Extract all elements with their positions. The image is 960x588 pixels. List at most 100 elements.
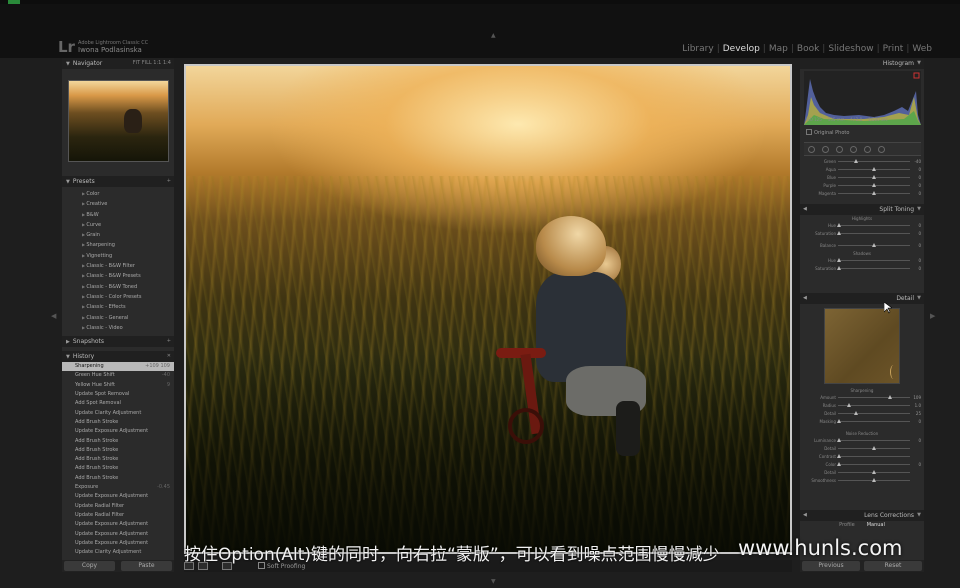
lens-corrections-header[interactable]: ◀ Lens Corrections ▼ <box>800 510 924 521</box>
lens-tab-profile[interactable]: Profile <box>839 522 855 532</box>
history-step[interactable]: Update Radial Filter <box>62 511 174 520</box>
preset-folder[interactable]: Classic - B&W Filter <box>82 261 174 271</box>
balance-slider[interactable]: Balance 0 <box>800 242 924 250</box>
module-print[interactable]: Print <box>883 44 904 54</box>
slider-track[interactable] <box>838 225 910 226</box>
sharpening-slider[interactable]: Amount 109 <box>800 394 924 402</box>
highlights-slider[interactable]: Hue 0 <box>800 222 924 230</box>
preset-folder[interactable]: Classic - Effects <box>82 302 174 312</box>
slider-value[interactable]: 0 <box>918 438 921 443</box>
shadows-slider[interactable]: Saturation 0 <box>800 265 924 273</box>
history-step[interactable]: Update Exposure Adjustment <box>62 520 174 529</box>
noise-slider[interactable]: Detail <box>800 445 924 453</box>
slider-value[interactable]: 25 <box>916 411 921 416</box>
history-step[interactable]: Update Exposure Adjustment <box>62 492 174 501</box>
slider-knob[interactable] <box>854 159 858 163</box>
slider-value[interactable]: -40 <box>914 159 921 164</box>
slider-value[interactable]: 0 <box>918 231 921 236</box>
detail-preview[interactable] <box>824 308 900 384</box>
preset-folder[interactable]: Classic - Video <box>82 323 174 333</box>
slider-knob[interactable] <box>837 438 842 442</box>
crop-tool-icon[interactable] <box>808 145 815 153</box>
collapse-left-icon[interactable]: ◀ <box>51 312 56 320</box>
module-slideshow[interactable]: Slideshow <box>828 44 873 54</box>
noise-slider[interactable]: Detail <box>800 469 924 477</box>
slider-value[interactable]: 0 <box>918 258 921 263</box>
module-library[interactable]: Library <box>682 44 713 54</box>
slider-knob[interactable] <box>872 470 876 474</box>
reset-button[interactable]: Reset <box>864 561 922 571</box>
preset-folder[interactable]: Creative <box>82 199 174 209</box>
hsl-slider[interactable]: Purple 0 <box>800 182 924 190</box>
slider-track[interactable] <box>838 397 910 398</box>
slider-knob[interactable] <box>837 258 842 262</box>
detail-header[interactable]: ◀ Detail ▼ <box>800 293 924 304</box>
panel-toggle-icon[interactable]: ◀ <box>803 293 807 304</box>
slider-knob[interactable] <box>872 478 876 482</box>
add-snapshot-icon[interactable]: + <box>167 336 171 347</box>
slider-value[interactable]: 0 <box>918 223 921 228</box>
shadows-slider[interactable]: Hue 0 <box>800 257 924 265</box>
slider-track[interactable] <box>838 268 910 269</box>
slider-track[interactable] <box>838 233 910 234</box>
preset-folder[interactable]: Classic - B&W Presets <box>82 271 174 281</box>
history-step[interactable]: Update Clarity Adjustment <box>62 409 174 418</box>
history-step[interactable]: Add Brush Stroke <box>62 446 174 455</box>
split-toning-header[interactable]: ◀ Split Toning ▼ <box>800 204 924 215</box>
slider-value[interactable]: 0 <box>918 183 921 188</box>
slider-value[interactable]: 0 <box>918 167 921 172</box>
slider-track[interactable] <box>838 161 910 162</box>
history-step[interactable]: Add Brush Stroke <box>62 418 174 427</box>
sharpening-slider[interactable]: Masking 0 <box>800 418 924 426</box>
noise-slider[interactable]: Contrast <box>800 453 924 461</box>
histogram-header[interactable]: Histogram ▼ <box>800 58 924 69</box>
slider-knob[interactable] <box>854 411 858 415</box>
slider-value[interactable]: 0 <box>918 462 921 467</box>
collapse-bottom-icon[interactable]: ▼ <box>491 578 496 585</box>
sharpening-slider[interactable]: Radius 1.0 <box>800 402 924 410</box>
slider-value[interactable]: 0 <box>918 243 921 248</box>
module-develop[interactable]: Develop <box>723 44 760 54</box>
photo-canvas[interactable] <box>184 64 792 554</box>
history-step[interactable]: Sharpening +109 109 <box>62 362 174 372</box>
history-header[interactable]: ▼ History ✕ <box>62 351 174 363</box>
slider-track[interactable] <box>838 456 910 457</box>
history-step[interactable]: Update Exposure Adjustment <box>62 427 174 436</box>
slider-knob[interactable] <box>837 266 842 270</box>
sharpening-slider[interactable]: Detail 25 <box>800 410 924 418</box>
slider-knob[interactable] <box>872 175 876 179</box>
history-step[interactable]: Add Spot Removal <box>62 399 174 408</box>
history-step[interactable]: Update Clarity Adjustment <box>62 548 174 557</box>
clear-history-icon[interactable]: ✕ <box>167 351 171 362</box>
hsl-slider[interactable]: Green -40 <box>800 158 924 166</box>
previous-button[interactable]: Previous <box>802 561 860 571</box>
slider-knob[interactable] <box>872 183 876 187</box>
slider-track[interactable] <box>838 260 910 261</box>
slider-track[interactable] <box>838 421 910 422</box>
spot-removal-tool-icon[interactable] <box>822 145 829 153</box>
slider-knob[interactable] <box>846 403 851 407</box>
history-step[interactable]: Add Brush Stroke <box>62 437 174 446</box>
preset-folder[interactable]: Vignetting <box>82 251 174 261</box>
zoom-options[interactable]: FIT FILL 1:1 1:4 <box>133 58 171 69</box>
hsl-slider[interactable]: Blue 0 <box>800 174 924 182</box>
module-map[interactable]: Map <box>769 44 788 54</box>
history-step[interactable]: Add Brush Stroke <box>62 464 174 473</box>
history-step[interactable]: Update Radial Filter <box>62 502 174 511</box>
slider-track[interactable] <box>838 413 910 414</box>
paste-button[interactable]: Paste <box>121 561 172 571</box>
module-book[interactable]: Book <box>797 44 819 54</box>
slider-track[interactable] <box>838 440 910 441</box>
graduated-filter-icon[interactable] <box>850 145 857 153</box>
slider-knob[interactable] <box>837 231 842 235</box>
hsl-slider[interactable]: Aqua 0 <box>800 166 924 174</box>
panel-toggle-icon[interactable]: ◀ <box>803 510 807 521</box>
navigator-thumbnail[interactable] <box>67 80 169 162</box>
noise-slider[interactable]: Color 0 <box>800 461 924 469</box>
slider-knob[interactable] <box>872 191 876 195</box>
slider-knob[interactable] <box>872 446 876 450</box>
slider-knob[interactable] <box>872 243 876 247</box>
snapshots-header[interactable]: ▶ Snapshots + <box>62 336 174 348</box>
history-step[interactable]: Update Exposure Adjustment <box>62 539 174 548</box>
slider-track[interactable] <box>838 464 910 465</box>
